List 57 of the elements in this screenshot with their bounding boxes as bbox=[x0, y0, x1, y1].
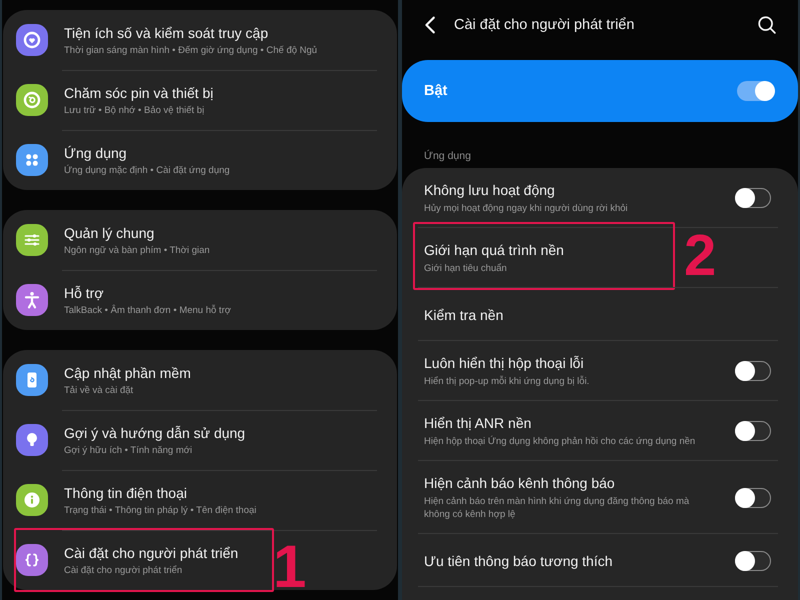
item-subtitle: Lưu trữ • Bộ nhớ • Bảo vệ thiết bị bbox=[64, 104, 204, 116]
toggle-switch[interactable] bbox=[737, 81, 773, 101]
settings-item[interactable]: Thông tin điện thoại Trạng thái • Thông tin pháp lý • Tên điện thoại bbox=[3, 470, 397, 530]
screen-title: Cài đặt cho người phát triển bbox=[454, 17, 634, 33]
setting-subtitle: Hiện cảnh báo trên màn hình khi ứng dụng đăng thông báo mà không có kênh hợp lệ bbox=[424, 495, 690, 521]
settings-item[interactable]: Tiện ích số và kiểm soát truy cập Thời gian sáng màn hình • Đếm giờ ứng dụng • Chế độ Ngủ bbox=[3, 10, 397, 70]
item-title: Quản lý chung bbox=[64, 224, 154, 242]
setting-item[interactable]: Giới hạn quá trình nền Giới hạn tiêu chuẩn 2 bbox=[402, 228, 798, 288]
item-subtitle: Gợi ý hữu ích • Tính năng mới bbox=[64, 444, 192, 456]
item-subtitle: Ngôn ngữ và bàn phím • Thời gian bbox=[64, 244, 210, 256]
setting-item[interactable]: Hiển thị ANR nền Hiện hộp thoại Ứng dụng không phản hồi cho các ứng dụng nền bbox=[402, 401, 798, 461]
item-subtitle: Tải về và cài đặt bbox=[64, 384, 134, 396]
item-title: Chăm sóc pin và thiết bị bbox=[64, 84, 214, 102]
settings-item[interactable]: Cập nhật phần mềm Tải về và cài đặt bbox=[3, 350, 397, 410]
master-switch-bar[interactable]: Bật bbox=[402, 60, 798, 122]
setting-item[interactable]: Luôn hiển thị hộp thoại lỗi Hiển thị pop-up mỗi khi ứng dụng bị lỗi. bbox=[402, 341, 798, 401]
setting-item[interactable]: Ưu tiên thông báo tương thích bbox=[402, 534, 798, 587]
toggle-switch[interactable] bbox=[735, 550, 771, 570]
toggle-switch[interactable] bbox=[735, 361, 771, 381]
step-number: 2 bbox=[684, 227, 716, 285]
setting-subtitle: Giới hạn tiêu chuẩn bbox=[424, 262, 507, 275]
item-subtitle: Thời gian sáng màn hình • Đếm giờ ứng dụng • Chế độ Ngủ bbox=[64, 44, 318, 56]
setting-item[interactable]: Hiện cảnh báo kênh thông báo Hiện cảnh báo trên màn hình khi ứng dụng đăng thông báo mà không có kênh hợp lệ bbox=[402, 461, 798, 534]
item-subtitle: Cài đặt cho người phát triển bbox=[64, 564, 182, 576]
item-title: Ứng dụng bbox=[64, 144, 127, 162]
search-icon[interactable] bbox=[756, 14, 778, 36]
setting-title: Giới hạn quá trình nền bbox=[424, 241, 564, 259]
item-title: Thông tin điện thoại bbox=[64, 484, 187, 502]
item-subtitle: Trạng thái • Thông tin pháp lý • Tên điện thoại bbox=[64, 504, 256, 516]
switch-label: Bật bbox=[424, 83, 448, 99]
item-title: Cập nhật phần mềm bbox=[64, 364, 191, 382]
setting-subtitle: Hiện hộp thoại Ứng dụng không phản hồi cho các ứng dụng nền bbox=[424, 435, 696, 448]
item-title: Gợi ý và hướng dẫn sử dụng bbox=[64, 424, 246, 442]
setting-subtitle: Hủy mọi hoạt động ngay khi người dùng rời khỏi bbox=[424, 202, 628, 215]
setting-item[interactable]: Không lưu hoạt động Hủy mọi hoạt động ngay khi người dùng rời khỏi bbox=[402, 168, 798, 228]
toggle-switch[interactable] bbox=[735, 488, 771, 508]
settings-item[interactable]: Hỗ trợ TalkBack • Âm thanh đơn • Menu hỗ trợ bbox=[3, 270, 397, 330]
setting-title: Hiện cảnh báo kênh thông báo bbox=[424, 474, 615, 492]
item-title: Cài đặt cho người phát triển bbox=[64, 544, 238, 562]
settings-item[interactable]: Ứng dụng Ứng dụng mặc định • Cài đặt ứng dụng bbox=[3, 130, 397, 190]
setting-title: Không lưu hoạt động bbox=[424, 181, 555, 199]
settings-item[interactable]: Chăm sóc pin và thiết bị Lưu trữ • Bộ nhớ • Bảo vệ thiết bị bbox=[3, 70, 397, 130]
item-subtitle: Ứng dụng mặc định • Cài đặt ứng dụng bbox=[64, 164, 230, 176]
item-title: Tiện ích số và kiểm soát truy cập bbox=[64, 24, 268, 42]
toggle-switch[interactable] bbox=[735, 188, 771, 208]
settings-item[interactable]: Quản lý chung Ngôn ngữ và bàn phím • Thời gian bbox=[3, 210, 397, 270]
toggle-switch[interactable] bbox=[735, 421, 771, 441]
item-title: Hỗ trợ bbox=[64, 284, 104, 302]
setting-title: Hiển thị ANR nền bbox=[424, 414, 532, 432]
item-subtitle: TalkBack • Âm thanh đơn • Menu hỗ trợ bbox=[64, 304, 231, 316]
setting-title: Luôn hiển thị hộp thoại lỗi bbox=[424, 354, 584, 372]
setting-title: Ưu tiên thông báo tương thích bbox=[424, 552, 613, 570]
setting-subtitle: Hiển thị pop-up mỗi khi ứng dụng bị lỗi. bbox=[424, 375, 590, 388]
settings-item[interactable]: Gợi ý và hướng dẫn sử dụng Gợi ý hữu ích • Tính năng mới bbox=[3, 410, 397, 470]
section-label: Ứng dụng bbox=[424, 150, 471, 163]
setting-title: Kiểm tra nền bbox=[424, 306, 504, 324]
setting-item[interactable]: Kiểm tra nền bbox=[402, 288, 798, 341]
